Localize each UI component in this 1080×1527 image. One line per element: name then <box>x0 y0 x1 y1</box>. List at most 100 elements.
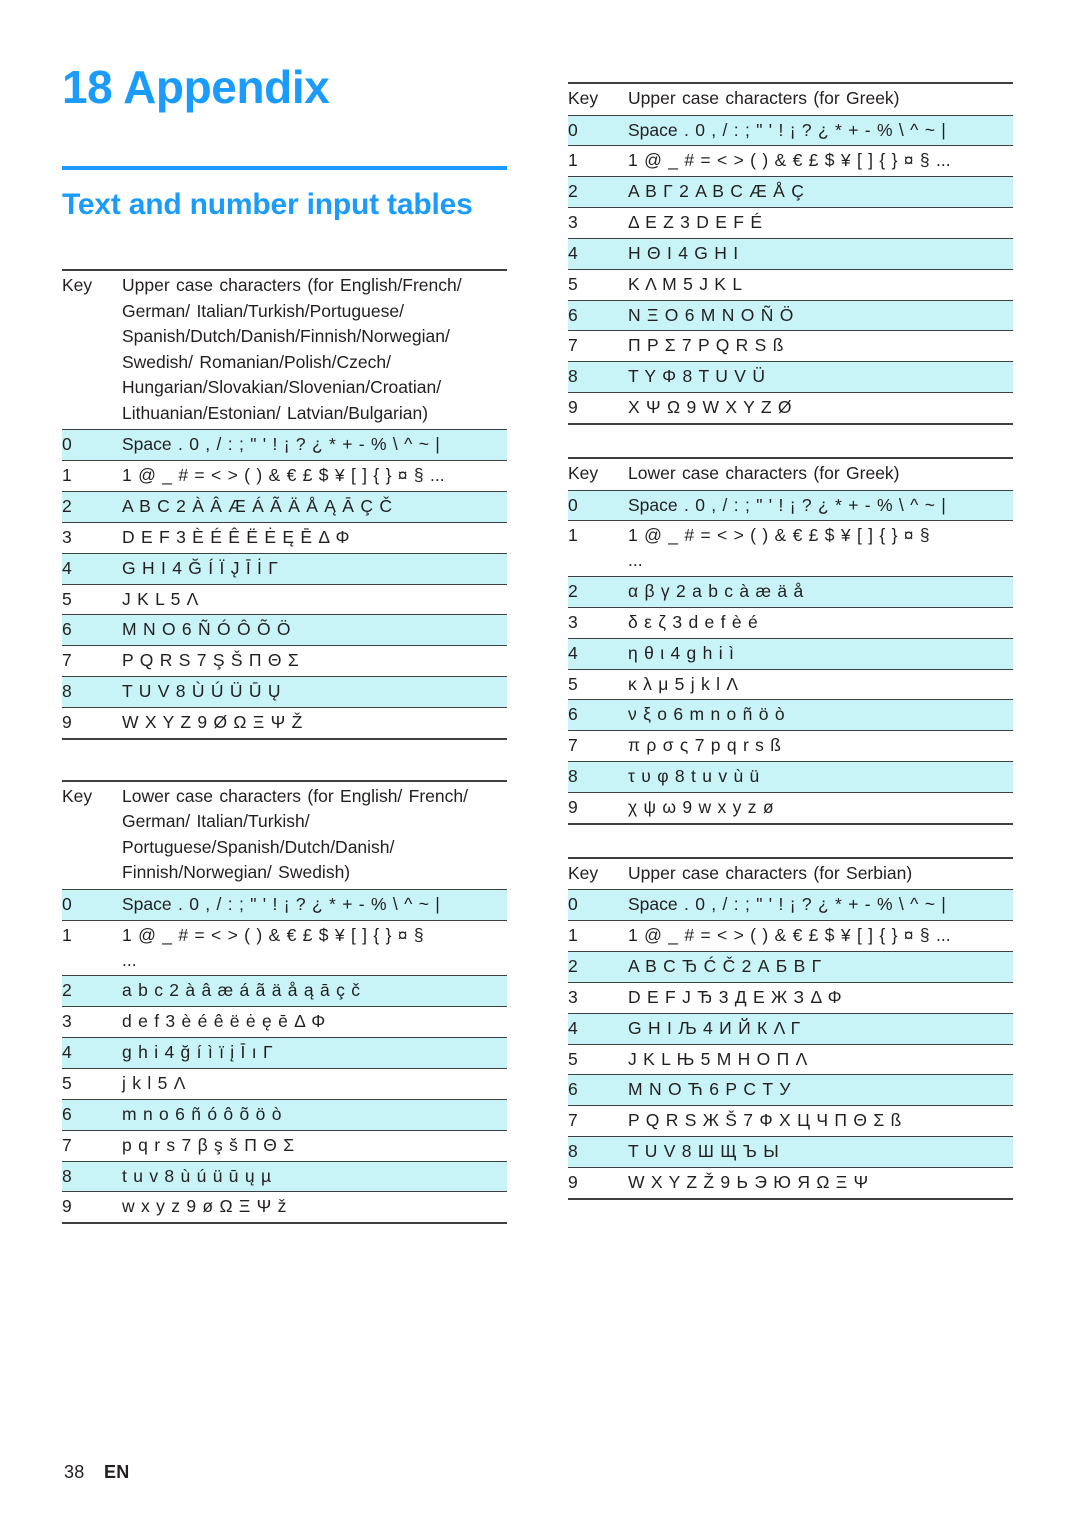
section-divider <box>62 166 507 170</box>
key-cell: 0 <box>568 115 628 147</box>
table-row: 7 π ρ σ ς 7 p q r s ß <box>568 730 1013 763</box>
key-cell: 0 <box>568 889 628 922</box>
characters-cell: η θ ι 4 g h i ì <box>628 638 1013 670</box>
characters-cell: m n o 6 ñ ó ô õ ö ò <box>122 1099 507 1131</box>
key-cell: 4 <box>568 238 628 270</box>
table-header-row: Key Upper case characters (for Serbian) <box>568 856 1013 891</box>
table-row: 1 1 @ _ # = < > ( ) & € £ $ ¥ [ ] { } ¤ … <box>62 920 507 977</box>
characters-cell: P Q R S Ж Š 7 Ф Х Ц Ч Π Θ Σ ß <box>628 1105 1013 1138</box>
characters-cell: p q r s 7 β ş š Π Θ Σ <box>122 1130 507 1162</box>
table-header-row: Key Lower case characters (for English/ … <box>62 779 507 890</box>
table-row: 0 Space . 0 , / : ; " ' ! ¡ ? ¿ * + - % … <box>568 490 1013 522</box>
key-cell: 6 <box>62 614 122 647</box>
characters-cell: 1 @ _ # = < > ( ) & € £ $ ¥ [ ] { } ¤ § … <box>122 460 507 492</box>
key-cell: 1 <box>568 145 628 178</box>
page-title: 18 Appendix <box>62 60 507 110</box>
table-row: 0 Space . 0 , / : ; " ' ! ¡ ? ¿ * + - % … <box>568 115 1013 147</box>
key-cell: 7 <box>568 1105 628 1138</box>
key-cell: 6 <box>62 1099 122 1131</box>
table-row: 6 Ν Ξ Ο 6 M N O Ñ Ö <box>568 300 1013 332</box>
key-cell: 8 <box>62 1161 122 1193</box>
characters-cell: Space . 0 , / : ; " ' ! ¡ ? ¿ * + - % \ … <box>628 115 1013 147</box>
table-row: 9 Χ Ψ Ω 9 W X Y Z Ø <box>568 392 1013 425</box>
characters-cell: D E F 3 È É Ê Ë Ė Ę Ē Δ Φ <box>122 522 507 554</box>
characters-cell: T U V 8 Ш Щ Ъ Ы <box>628 1136 1013 1168</box>
table-row: 8 T U V 8 Ш Щ Ъ Ы <box>568 1136 1013 1168</box>
characters-cell: W X Y Z Ž 9 Ь Э Ю Я Ω Ξ Ψ <box>628 1167 1013 1200</box>
column-header-key: Key <box>62 779 122 890</box>
table-row: 3 D E F J Ђ 3 Д Е Ж З Δ Φ <box>568 982 1013 1014</box>
table-row: 3 D E F 3 È É Ê Ë Ė Ę Ē Δ Φ <box>62 522 507 554</box>
key-cell: 6 <box>568 300 628 332</box>
table-upper-serbian: Key Upper case characters (for Serbian) … <box>568 856 1013 1200</box>
section-title: Text and number input tables <box>62 188 473 221</box>
characters-cell: Δ Ε Ζ 3 D E F É <box>628 207 1013 239</box>
characters-cell: a b c 2 à â æ á ã ä å ą ā ç č <box>122 975 507 1008</box>
key-cell: 2 <box>62 491 122 523</box>
key-cell: 6 <box>568 699 628 732</box>
characters-cell: J K L 5 Λ <box>122 584 507 616</box>
characters-cell: g h i 4 ğ í ì ï į Ī ı Γ <box>122 1037 507 1069</box>
key-cell: 3 <box>62 522 122 554</box>
column-header-characters: Upper case characters (for Serbian) <box>628 856 1013 891</box>
characters-cell: A B C Ђ Ć Č 2 А Б В Г <box>628 951 1013 983</box>
chapter-title-text: Appendix <box>123 61 330 113</box>
characters-cell: D E F J Ђ 3 Д Е Ж З Δ Φ <box>628 982 1013 1014</box>
key-cell: 4 <box>62 1037 122 1069</box>
table-row: 1 1 @ _ # = < > ( ) & € £ $ ¥ [ ] { } ¤ … <box>62 460 507 492</box>
key-cell: 2 <box>62 975 122 1008</box>
key-cell: 2 <box>568 951 628 983</box>
table-lower-greek: Key Lower case characters (for Greek) 0 … <box>568 456 1013 825</box>
characters-cell: Space . 0 , / : ; " ' ! ¡ ? ¿ * + - % \ … <box>122 429 507 462</box>
table-row: 9 w x y z 9 ø Ω Ξ Ψ ž <box>62 1191 507 1225</box>
key-cell: 8 <box>62 676 122 708</box>
characters-text: 1 @ _ # = < > ( ) & € £ $ ¥ [ ] { } ¤ § <box>628 525 930 546</box>
characters-cell: ν ξ ο 6 m n o ñ ö ò <box>628 699 1013 732</box>
characters-cell: Ν Ξ Ο 6 M N O Ñ Ö <box>628 300 1013 332</box>
characters-cell: δ ε ζ 3 d e f è é <box>628 607 1013 639</box>
key-cell: 0 <box>568 490 628 522</box>
table-row: 1 1 @ _ # = < > ( ) & € £ $ ¥ [ ] { } ¤ … <box>568 145 1013 178</box>
table-row: 4 η θ ι 4 g h i ì <box>568 638 1013 670</box>
table-row: 5 κ λ μ 5 j k l Λ <box>568 669 1013 701</box>
table-row: 5 J K L 5 Λ <box>62 584 507 616</box>
table-row: 7 Π Ρ Σ 7 P Q R S ß <box>568 330 1013 363</box>
key-cell: 7 <box>568 330 628 363</box>
table-row: 8 T U V 8 Ù Ú Ü Ū Ų <box>62 676 507 708</box>
key-cell: 9 <box>568 1167 628 1200</box>
characters-cell: M N O 6 Ñ Ó Ô Õ Ö <box>122 614 507 647</box>
key-cell: 9 <box>62 1191 122 1225</box>
column-header-characters: Lower case characters (for English/ Fren… <box>122 779 507 890</box>
table-lower-latin: Key Lower case characters (for English/ … <box>62 779 507 1225</box>
characters-text: 1 @ _ # = < > ( ) & € £ $ ¥ [ ] { } ¤ § <box>122 924 424 945</box>
table-row: 2 a b c 2 à â æ á ã ä å ą ā ç č <box>62 975 507 1008</box>
characters-cell: d e f 3 è é ê ë ė ę ē Δ Φ <box>122 1006 507 1039</box>
characters-cell: t u v 8 ù ú ü ū ų µ <box>122 1161 507 1193</box>
key-cell: 1 <box>568 520 628 578</box>
table-row: 5 Κ Λ Μ 5 J K L <box>568 269 1013 301</box>
table-row: 0 Space . 0 , / : ; " ' ! ¡ ? ¿ * + - % … <box>568 889 1013 922</box>
key-cell: 7 <box>62 645 122 678</box>
column-header-key: Key <box>62 269 122 431</box>
characters-cell: G H I Љ 4 И Й К Λ Γ <box>628 1013 1013 1045</box>
key-cell: 6 <box>568 1074 628 1107</box>
column-header-key: Key <box>568 456 628 491</box>
table-row: 3 δ ε ζ 3 d e f è é <box>568 607 1013 639</box>
table-row: 4 Η Θ Ι 4 G H I <box>568 238 1013 270</box>
table-upper-latin: Key Upper case characters (for English/F… <box>62 269 507 740</box>
characters-cell: Κ Λ Μ 5 J K L <box>628 269 1013 301</box>
table-row: 2 A B C 2 À Â Æ Á Ã Ä Å Ą Ā Ç Č <box>62 491 507 523</box>
key-cell: 1 <box>62 920 122 977</box>
footer-page-number: 38 <box>64 1462 85 1482</box>
table-upper-greek: Key Upper case characters (for Greek) 0 … <box>568 81 1013 425</box>
characters-cell: 1 @ _ # = < > ( ) & € £ $ ¥ [ ] { } ¤ § … <box>628 145 1013 178</box>
key-cell: 3 <box>568 607 628 639</box>
table-row: 3 d e f 3 è é ê ë ė ę ē Δ Φ <box>62 1006 507 1039</box>
key-cell: 4 <box>568 1013 628 1045</box>
key-cell: 4 <box>568 638 628 670</box>
characters-cell: j k l 5 Λ <box>122 1068 507 1100</box>
key-cell: 7 <box>568 730 628 763</box>
table-row: 0 Space . 0 , / : ; " ' ! ¡ ? ¿ * + - % … <box>62 889 507 921</box>
table-row: 7 p q r s 7 β ş š Π Θ Σ <box>62 1130 507 1162</box>
key-cell: 4 <box>62 553 122 585</box>
